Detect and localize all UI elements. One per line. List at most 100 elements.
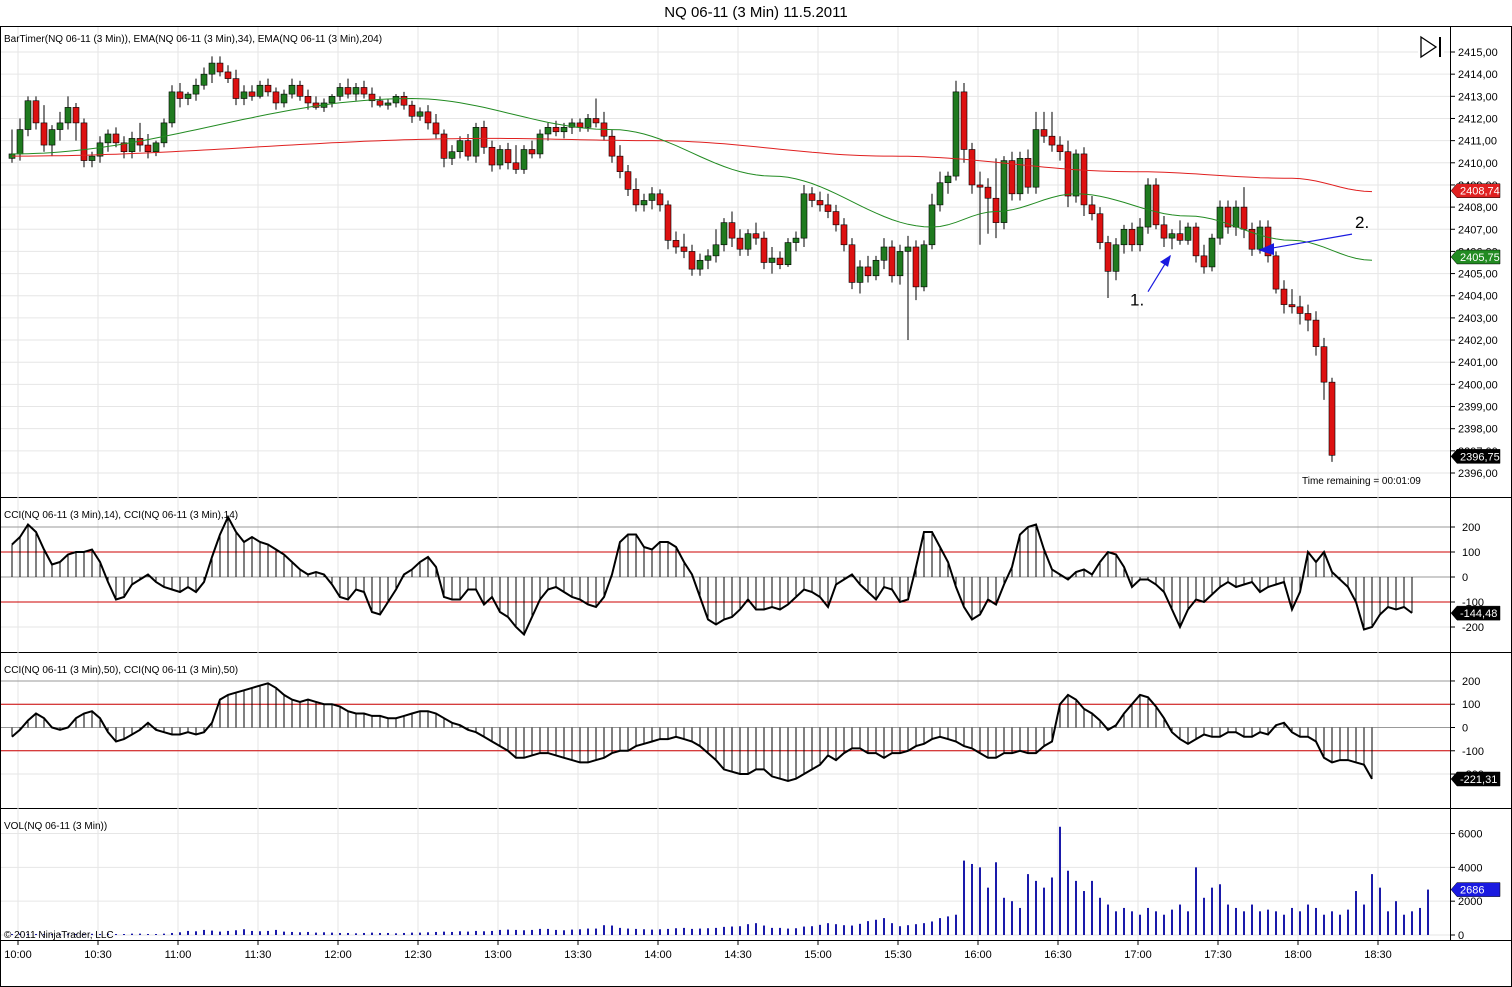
- candle-down: [632, 189, 640, 206]
- candle-down: [1288, 304, 1296, 308]
- candle-down: [992, 197, 1000, 223]
- time-tick-label: 16:30: [1044, 949, 1072, 961]
- candle-up: [1168, 233, 1176, 239]
- candle-up: [472, 127, 480, 157]
- candle-down: [360, 87, 368, 95]
- candle-down: [400, 96, 408, 106]
- candle-down: [176, 91, 184, 99]
- candle-down: [112, 133, 120, 144]
- ema34-value-tag: 2405,75: [1450, 249, 1501, 265]
- time-tick-label: 11:00: [165, 949, 192, 961]
- volume-value-tag: 2686: [1450, 882, 1501, 897]
- time-tick-label: 15:30: [884, 949, 912, 961]
- candle-down: [1048, 135, 1056, 146]
- axes: 10:00 10:30 11:00 11:30 12:00 12:30 13:00 13:30…: [4, 47, 1501, 961]
- candle-down: [264, 84, 272, 93]
- candle-down: [296, 84, 304, 97]
- candle-up: [1016, 158, 1024, 195]
- cci50-value-tag-text: -221,31: [1460, 774, 1497, 786]
- candle-up: [768, 257, 776, 263]
- candle-down: [1128, 228, 1136, 246]
- candle-up: [1144, 184, 1152, 228]
- candle-down: [1272, 255, 1280, 290]
- time-tick-label: 18:00: [1284, 949, 1312, 961]
- candle-down: [968, 149, 976, 186]
- annotation-1-label: 1.: [1130, 291, 1144, 310]
- candle-down: [688, 251, 696, 270]
- candle-up: [208, 62, 216, 75]
- cci14-panel: [1, 514, 1450, 637]
- candle-up: [1120, 228, 1128, 246]
- candle-up: [1000, 160, 1008, 223]
- chart-canvas: 1. 2. 10:00 10:30 11:00 11:30 12:00 12:30 13:00…: [0, 26, 1512, 987]
- price-tick-label: 2400,00: [1458, 379, 1498, 391]
- price-tick-label: 2412,00: [1458, 113, 1498, 125]
- time-tick-label: 17:00: [1124, 949, 1152, 961]
- candle-up: [560, 127, 568, 133]
- candle-down: [808, 193, 816, 201]
- candle-up: [928, 204, 936, 246]
- time-tick-label: 11:30: [245, 949, 272, 961]
- candle-up: [784, 242, 792, 266]
- cci50-panel: [1, 680, 1450, 783]
- ema204-value-tag: 2408,74: [1450, 183, 1501, 198]
- candle-down: [72, 107, 80, 124]
- scroll-to-end-icon[interactable]: [1418, 35, 1444, 59]
- candle-down: [1104, 242, 1112, 272]
- candle-down: [1056, 144, 1064, 153]
- candle-up: [104, 133, 112, 144]
- price-tick-label: 2401,00: [1458, 357, 1498, 369]
- candle-up: [872, 259, 880, 277]
- cci14-tick-label: 0: [1462, 572, 1468, 584]
- candle-down: [1152, 184, 1160, 226]
- candle-down: [488, 146, 496, 166]
- candle-down: [608, 135, 616, 157]
- candle-up: [520, 149, 528, 170]
- candle-up: [456, 140, 464, 153]
- candle-up: [328, 96, 336, 104]
- candle-up: [1216, 206, 1224, 239]
- candle-up: [648, 193, 656, 201]
- price-tick-label: 2403,00: [1458, 313, 1498, 325]
- candle-up: [288, 84, 296, 95]
- candle-down: [1096, 213, 1104, 243]
- candle-up: [56, 122, 64, 130]
- candle-down: [592, 118, 600, 124]
- price-tick-label: 2399,00: [1458, 402, 1498, 414]
- candle-up: [240, 91, 248, 99]
- candle-down: [552, 127, 560, 133]
- candle-down: [528, 149, 536, 155]
- candle-down: [624, 171, 632, 190]
- candle-down: [760, 237, 768, 263]
- candle-down: [1304, 313, 1312, 321]
- candle-up: [416, 111, 424, 117]
- candle-up: [256, 84, 264, 97]
- cci50-panel-label: CCI(NQ 06-11 (3 Min),50), CCI(NQ 06-11 (…: [4, 665, 238, 676]
- candle-down: [432, 122, 440, 135]
- candle-down: [32, 100, 40, 124]
- candle-up: [64, 107, 72, 124]
- cci14-line: [11, 514, 1413, 637]
- time-tick-label: 10:00: [4, 949, 32, 961]
- copyright-text: © 2011 NinjaTrader, LLC: [4, 930, 114, 941]
- volume-panel: [11, 826, 1429, 935]
- candle-up: [1136, 226, 1144, 246]
- candle-up: [696, 259, 704, 270]
- candle-up: [384, 102, 392, 106]
- cci50-tick-label: -100: [1462, 746, 1484, 758]
- price-tick-label: 2415,00: [1458, 47, 1498, 59]
- annotation-2-arrow: [1265, 233, 1353, 250]
- volume-tick-label: 4000: [1458, 862, 1482, 874]
- ema204-value-tag-text: 2408,74: [1460, 186, 1500, 198]
- price-tick-label: 2407,00: [1458, 224, 1498, 236]
- candle-up: [856, 266, 864, 283]
- ema34-line: [12, 97, 1373, 261]
- volume-panel-label: VOL(NQ 06-11 (3 Min)): [4, 821, 107, 832]
- price-tick-label: 2408,00: [1458, 202, 1498, 214]
- candle-down: [1328, 381, 1336, 456]
- time-tick-label: 10:30: [84, 949, 112, 961]
- time-tick-label: 12:00: [324, 949, 352, 961]
- time-tick-label: 14:30: [724, 949, 752, 961]
- candle-up: [352, 87, 360, 95]
- candle-up: [88, 155, 96, 161]
